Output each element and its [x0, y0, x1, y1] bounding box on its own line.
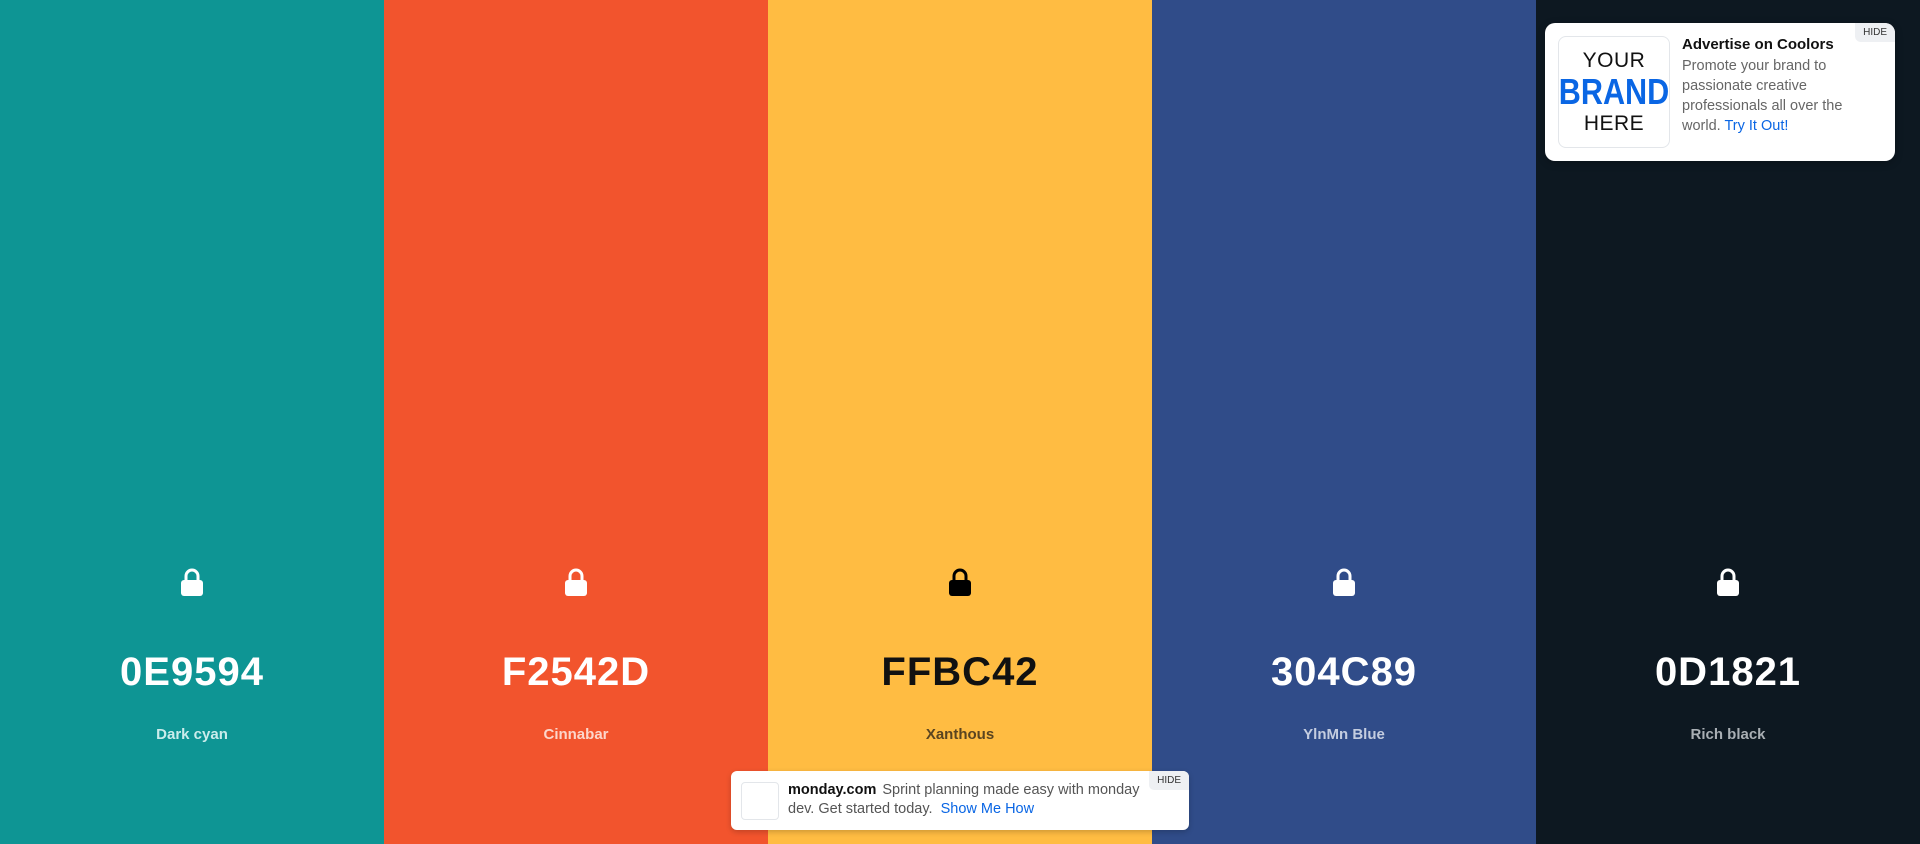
hex-code[interactable]: F2542D — [502, 650, 650, 695]
hex-code[interactable]: 0D1821 — [1655, 650, 1801, 695]
lock-icon[interactable] — [562, 566, 590, 598]
brand-placeholder-logo[interactable]: YOUR BRAND HERE — [1558, 36, 1670, 148]
ad-title[interactable]: Advertise on Coolors — [1682, 36, 1882, 53]
lock-icon[interactable] — [1714, 566, 1742, 598]
logo-line-3: HERE — [1583, 112, 1645, 135]
color-name[interactable]: Dark cyan — [156, 726, 228, 743]
color-swatch-3[interactable]: FFBC42 Xanthous — [768, 0, 1152, 844]
color-name[interactable]: Cinnabar — [543, 726, 608, 743]
bottom-ad-text: monday.com Sprint planning made easy with… — [788, 781, 1158, 819]
logo-line-1: YOUR — [1582, 49, 1646, 72]
color-name[interactable]: YlnMn Blue — [1303, 726, 1385, 743]
lock-icon[interactable] — [1330, 566, 1358, 598]
bottom-ad-banner: monday.com Sprint planning made easy with… — [731, 771, 1189, 830]
hex-code[interactable]: 304C89 — [1271, 650, 1417, 695]
advertise-card: YOUR BRAND HERE Advertise on Coolors Pro… — [1545, 23, 1895, 161]
sponsor-name[interactable]: monday.com — [788, 782, 876, 798]
show-me-how-link[interactable]: Show Me How — [941, 801, 1034, 817]
hex-code[interactable]: 0E9594 — [120, 650, 264, 695]
lock-icon[interactable] — [178, 566, 206, 598]
try-it-out-link[interactable]: Try It Out! — [1724, 118, 1788, 134]
color-name[interactable]: Rich black — [1690, 726, 1765, 743]
color-swatch-1[interactable]: 0E9594 Dark cyan — [0, 0, 384, 844]
color-swatch-2[interactable]: F2542D Cinnabar — [384, 0, 768, 844]
hide-bottom-ad-button[interactable]: HIDE — [1149, 771, 1189, 790]
lock-icon[interactable] — [946, 566, 974, 598]
color-swatch-4[interactable]: 304C89 YlnMn Blue — [1152, 0, 1536, 844]
logo-line-2: BRAND — [1558, 71, 1670, 112]
hide-ad-button[interactable]: HIDE — [1855, 23, 1895, 42]
ad-text: Advertise on Coolors Promote your brand … — [1682, 36, 1882, 136]
ad-description: Promote your brand to passionate creativ… — [1682, 56, 1882, 136]
sponsor-logo[interactable] — [741, 782, 779, 820]
hex-code[interactable]: FFBC42 — [881, 650, 1038, 695]
color-name[interactable]: Xanthous — [926, 726, 994, 743]
